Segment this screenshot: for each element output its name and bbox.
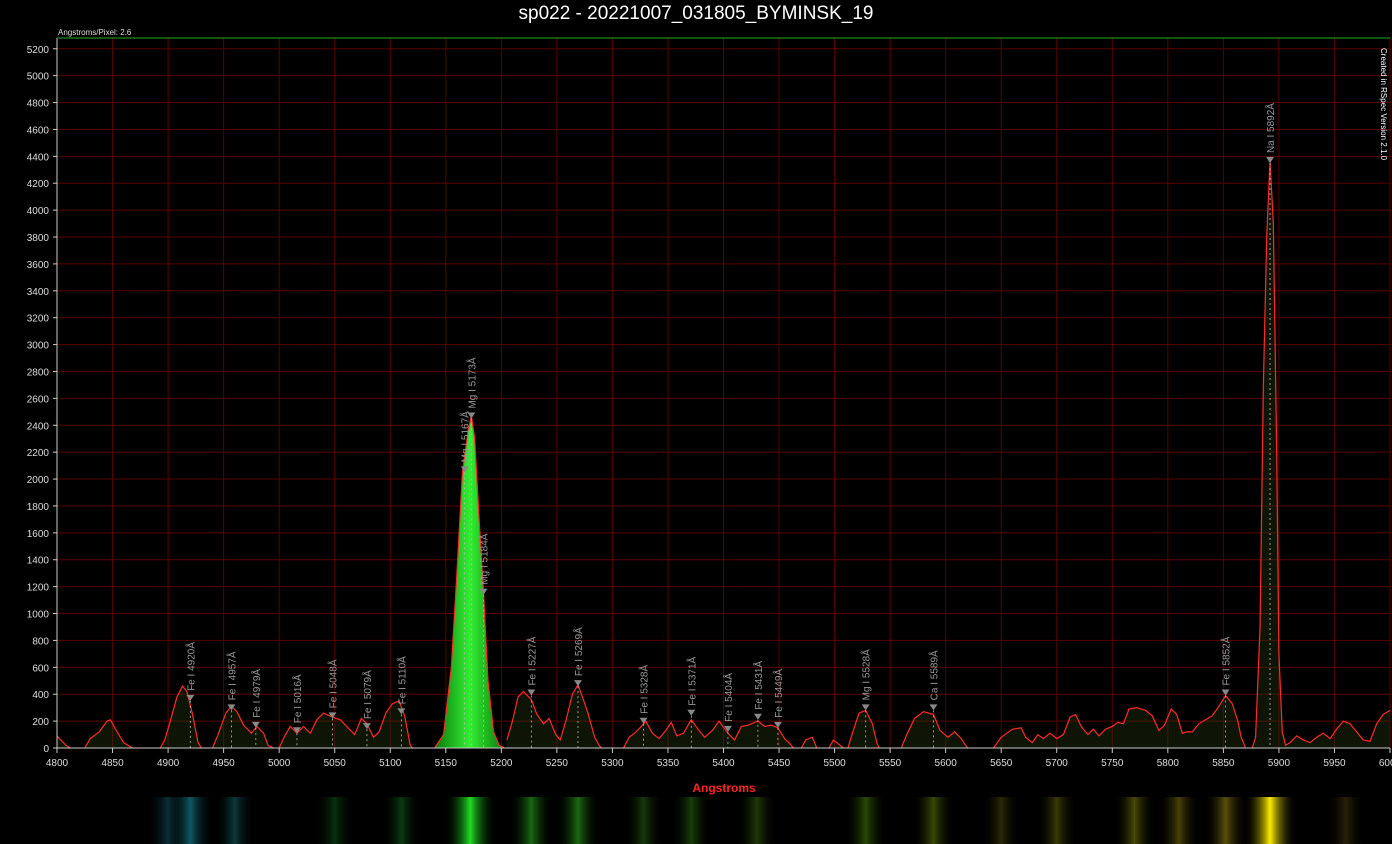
annotation-label: Fe I 5269Å: [572, 627, 585, 676]
y-tick-label: 3600: [27, 260, 50, 271]
y-tick-label: 4400: [27, 152, 50, 163]
y-tick-label: 2200: [27, 448, 50, 459]
y-tick-label: 0: [43, 744, 49, 755]
y-tick-label: 4000: [27, 206, 50, 217]
annotation-marker: [753, 713, 762, 720]
y-tick-label: 3000: [27, 341, 50, 352]
x-tick-label: 5000: [268, 758, 291, 769]
peak-fill: [434, 415, 505, 748]
annotation-label: Fe I 5110Å: [395, 656, 408, 705]
x-tick-label: 5350: [657, 758, 680, 769]
annotation-label: Fe I 5079Å: [361, 670, 374, 719]
x-tick-label: 5850: [1212, 758, 1235, 769]
y-tick-label: 4600: [27, 125, 50, 136]
y-tick-label: 4800: [27, 99, 50, 110]
band-fill: [160, 686, 202, 748]
y-tick-label: 1200: [27, 583, 50, 594]
annotation-marker: [929, 704, 938, 711]
annotation-marker: [861, 704, 870, 711]
band-fill: [847, 710, 880, 748]
x-tick-label: 5550: [879, 758, 902, 769]
y-tick-label: 1800: [27, 502, 50, 513]
scale-note: Angstroms/Pixel: 2.6: [58, 28, 132, 37]
x-tick-label: 5100: [379, 758, 402, 769]
x-tick-label: 5800: [1157, 758, 1180, 769]
annotation-label: Fe I 5449Å: [772, 669, 785, 718]
spectrum-strip: [57, 797, 1390, 844]
y-tick-label: 3200: [27, 314, 50, 325]
y-tick-label: 200: [32, 717, 49, 728]
x-tick-label: 5200: [490, 758, 513, 769]
y-tick-label: 2000: [27, 475, 50, 486]
y-tick-label: 800: [32, 636, 49, 647]
credit-text: Created in RSpec Version 2.1.0: [1379, 48, 1388, 161]
x-tick-label: 5300: [601, 758, 624, 769]
band-fill: [993, 695, 1246, 748]
annotation-label: Fe I 5404Å: [722, 673, 735, 722]
x-tick-label: 4950: [213, 758, 236, 769]
annotation-label: Fe I 5852Å: [1220, 636, 1233, 685]
annotation-label: Fe I 4957Å: [225, 651, 238, 700]
x-tick-label: 5500: [823, 758, 846, 769]
annotation-label: Fe I 5016Å: [291, 674, 304, 723]
y-tick-label: 1400: [27, 556, 50, 567]
band-fill: [1252, 161, 1390, 748]
annotation-marker: [1266, 157, 1275, 164]
y-tick-label: 1000: [27, 610, 50, 621]
y-tick-label: 600: [32, 663, 49, 674]
spectrum-chart: Fe I 4920Å Fe I 4957Å Fe I 4979Å Fe I 5016Å…: [27, 28, 1392, 795]
x-tick-label: 4850: [101, 758, 124, 769]
y-tick-label: 3400: [27, 287, 50, 298]
x-tick-label: 5750: [1101, 758, 1124, 769]
annotation-label: Mg I 5528Å: [860, 649, 873, 700]
grid: [56, 38, 1391, 749]
x-axis-label: Angstroms: [692, 781, 756, 795]
x-tick-label: 5400: [712, 758, 735, 769]
y-tick-label: 2400: [27, 421, 50, 432]
annotation-label: Mg I 5167Å: [459, 411, 472, 462]
annotation-label: Fe I 5048Å: [326, 659, 339, 708]
x-tick-label: 5650: [990, 758, 1013, 769]
annotation-label: Ca I 5589Å: [927, 650, 940, 700]
x-tick-label: 5600: [935, 758, 958, 769]
x-tick-label: 5150: [435, 758, 458, 769]
annotation-label: Fe I 4920Å: [184, 642, 197, 691]
y-tick-label: 4200: [27, 179, 50, 190]
y-tick-label: 5200: [27, 45, 50, 56]
x-tick-label: 5450: [768, 758, 791, 769]
annotation-marker: [251, 721, 260, 728]
annotation-label: Fe I 5431Å: [752, 661, 765, 710]
y-tick-label: 3800: [27, 233, 50, 244]
x-tick-label: 6000: [1379, 758, 1392, 769]
y-tick-label: 2600: [27, 394, 50, 405]
annotation-label: Fe I 5371Å: [685, 656, 698, 705]
x-tick-label: 5700: [1046, 758, 1069, 769]
x-tick-label: 5050: [324, 758, 347, 769]
x-tick-label: 4800: [46, 758, 69, 769]
x-tick-label: 5250: [546, 758, 569, 769]
x-tick-label: 5900: [1268, 758, 1291, 769]
band-fill: [212, 706, 274, 748]
y-tick-label: 5000: [27, 72, 50, 83]
annotation-label: Fe I 5328Å: [638, 665, 651, 714]
annotation-label: Mg I 5184Å: [478, 533, 491, 584]
x-tick-label: 5950: [1323, 758, 1346, 769]
annotation-label: Fe I 4979Å: [250, 669, 263, 718]
annotation-marker: [687, 709, 696, 716]
annotation-label: Mg I 5173Å: [465, 357, 478, 408]
x-tick-label: 4900: [157, 758, 180, 769]
annotation-marker: [573, 680, 582, 687]
y-tick-label: 2800: [27, 367, 50, 378]
annotation-label: Fe I 5227Å: [525, 636, 538, 685]
y-tick-label: 400: [32, 690, 49, 701]
annotation-label: Na I 5892Å: [1264, 103, 1277, 153]
y-tick-label: 1600: [27, 529, 50, 540]
